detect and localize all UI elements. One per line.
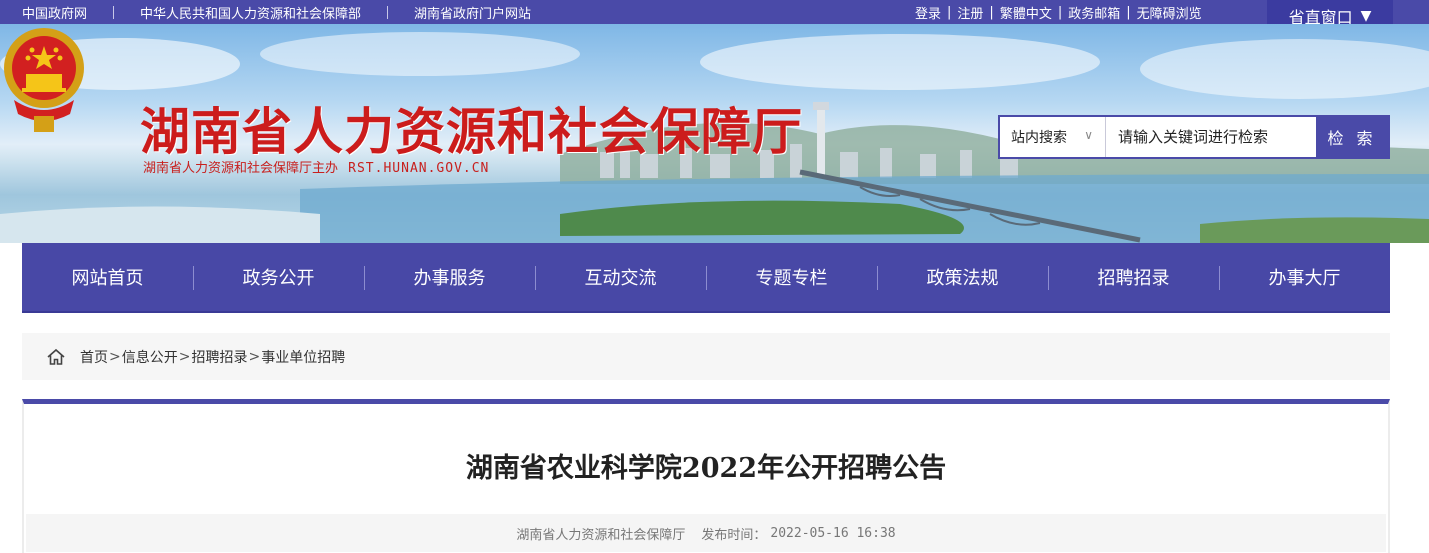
link-mohrss[interactable]: 中华人民共和国人力资源和社会保障部 [140, 3, 361, 22]
home-icon[interactable] [46, 347, 66, 367]
site-host-text: 湖南省人力资源和社会保障厅主办 [143, 161, 339, 176]
national-emblem-icon [4, 28, 84, 132]
login-link[interactable]: 登录 [915, 3, 941, 22]
traditional-chinese-link[interactable]: 繁體中文 [1000, 3, 1052, 22]
breadcrumb-public-institution[interactable]: 事业单位招聘 [261, 347, 345, 367]
nav-item-home[interactable]: 网站首页 [22, 243, 193, 311]
nav-item-services[interactable]: 办事服务 [364, 243, 535, 311]
site-subtitle: 湖南省人力资源和社会保障厅主办 RST.HUNAN.GOV.CN [143, 157, 489, 176]
search-scope-label: 站内搜索 [1011, 130, 1067, 146]
breadcrumb-info-public[interactable]: 信息公开 [122, 347, 178, 367]
chevron-down-icon: ∨ [1084, 128, 1093, 142]
external-links: 中国政府网 中华人民共和国人力资源和社会保障部 湖南省政府门户网站 [22, 3, 531, 22]
accessibility-link[interactable]: 无障碍浏览 [1137, 3, 1202, 22]
publish-time-label: 发布时间： [701, 527, 767, 543]
divider [387, 6, 389, 19]
nav-item-gov-affairs[interactable]: 政务公开 [193, 243, 364, 311]
nav-item-special-topics[interactable]: 专题专栏 [706, 243, 877, 311]
divider [113, 6, 115, 19]
main-nav: 网站首页 政务公开 办事服务 互动交流 专题专栏 政策法规 招聘招录 办事大厅 [22, 243, 1390, 313]
header-banner: 湖南省人力资源和社会保障厅 湖南省人力资源和社会保障厅主办 RST.HUNAN.… [0, 24, 1429, 243]
article-source: 湖南省人力资源和社会保障厅 [516, 527, 686, 543]
top-bar: 中国政府网 中华人民共和国人力资源和社会保障部 湖南省政府门户网站 登录 | 注… [0, 0, 1429, 24]
nav-item-service-hall[interactable]: 办事大厅 [1219, 243, 1390, 311]
user-links: 登录 | 注册 | 繁體中文 | 政务邮箱 | 无障碍浏览 [915, 3, 1202, 22]
register-link[interactable]: 注册 [957, 3, 983, 22]
search-box: 站内搜索 ∨ 检 索 [998, 115, 1390, 159]
triangle-down-icon: ▼ [1360, 7, 1372, 24]
site-title: 湖南省人力资源和社会保障厅 [140, 102, 803, 161]
article-title: 湖南省农业科学院2022年公开招聘公告 [465, 453, 947, 484]
search-input[interactable] [1106, 117, 1316, 157]
breadcrumb-separator: > [109, 348, 121, 365]
nav-item-recruitment[interactable]: 招聘招录 [1048, 243, 1219, 311]
gov-mail-link[interactable]: 政务邮箱 [1068, 3, 1120, 22]
article-panel: 湖南省农业科学院2022年公开招聘公告 湖南省人力资源和社会保障厅 发布时间： … [22, 399, 1390, 553]
link-gov-cn[interactable]: 中国政府网 [22, 3, 87, 22]
article-meta: 湖南省人力资源和社会保障厅 发布时间： 2022-05-16 16:38 [26, 514, 1386, 552]
breadcrumb-separator: > [248, 348, 261, 365]
nav-item-interaction[interactable]: 互动交流 [535, 243, 706, 311]
publish-time: 2022-05-16 16:38 [770, 525, 896, 541]
breadcrumb-recruitment[interactable]: 招聘招录 [191, 347, 247, 367]
nav-item-policies[interactable]: 政策法规 [877, 243, 1048, 311]
link-hunan-gov[interactable]: 湖南省政府门户网站 [414, 3, 531, 22]
search-scope-select[interactable]: 站内搜索 ∨ [1000, 117, 1106, 157]
breadcrumb-home[interactable]: 首页 [80, 347, 108, 367]
search-button[interactable]: 检 索 [1316, 117, 1388, 157]
breadcrumb: 首页 > 信息公开 > 招聘招录 > 事业单位招聘 [22, 333, 1390, 380]
site-domain: RST.HUNAN.GOV.CN [348, 161, 490, 176]
breadcrumb-separator: > [178, 348, 191, 365]
